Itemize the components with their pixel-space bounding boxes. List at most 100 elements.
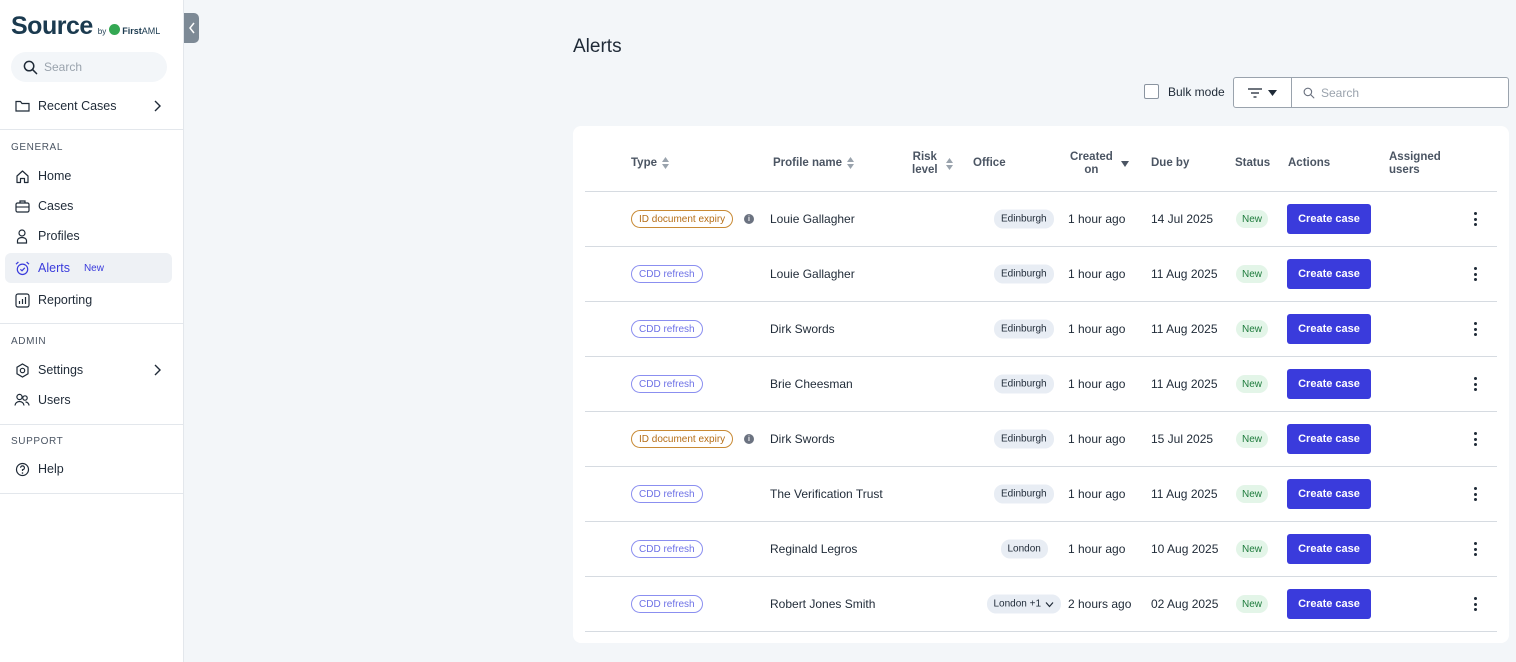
create-case-button[interactable]: Create case bbox=[1287, 369, 1371, 399]
more-options-icon[interactable] bbox=[1470, 374, 1480, 394]
column-header-label: Status bbox=[1235, 157, 1271, 169]
column-header-label: Profile name bbox=[773, 157, 843, 169]
sidebar-search-input[interactable] bbox=[44, 60, 154, 74]
table-row[interactable]: CDD refresh Robert Jones Smith London +1 2 … bbox=[585, 577, 1497, 632]
profile-name[interactable]: Brie Cheesman bbox=[770, 377, 853, 391]
sidebar-item-label: Home bbox=[38, 169, 72, 183]
section-title-general: GENERAL bbox=[11, 142, 63, 153]
person-icon bbox=[14, 228, 30, 244]
column-header-label: Risk level bbox=[912, 151, 938, 177]
column-header-label-line: on bbox=[1084, 164, 1099, 176]
more-options-icon[interactable] bbox=[1470, 484, 1480, 504]
office-badge: Edinburgh bbox=[994, 429, 1054, 449]
table-row[interactable]: CDD refresh Reginald Legros London 1 hour a… bbox=[585, 522, 1497, 577]
office-label: Edinburgh bbox=[1001, 488, 1047, 500]
column-header-label: Created on bbox=[1070, 151, 1113, 177]
logo-partner: FirstAML bbox=[122, 26, 160, 36]
info-icon[interactable]: i bbox=[744, 214, 754, 224]
sidebar-item-home[interactable]: Home bbox=[5, 161, 172, 191]
caret-down-icon bbox=[1268, 89, 1277, 96]
status-badge: New bbox=[1236, 595, 1269, 613]
sidebar-item-alerts[interactable]: Alerts New bbox=[5, 253, 172, 283]
sidebar-item-reporting[interactable]: Reporting bbox=[5, 285, 172, 315]
sidebar-item-label: Alerts bbox=[38, 261, 70, 275]
table-row[interactable]: CDD refresh Brie Cheesman Edinburgh 1 hour … bbox=[585, 357, 1497, 412]
profile-name[interactable]: Dirk Swords bbox=[770, 322, 835, 336]
office-badge: London bbox=[1000, 539, 1048, 559]
profile-name[interactable]: The Verification Trust bbox=[770, 487, 883, 501]
column-header-label-line: Assigned bbox=[1389, 151, 1441, 163]
bulk-mode-label: Bulk mode bbox=[1168, 84, 1225, 99]
office-label: London bbox=[1007, 543, 1041, 555]
new-badge: New bbox=[83, 262, 104, 274]
column-header-label: Due by bbox=[1151, 157, 1190, 169]
sidebar-item-help[interactable]: Help bbox=[5, 454, 172, 484]
column-header-office: Office bbox=[973, 157, 1006, 169]
create-case-button[interactable]: Create case bbox=[1287, 204, 1371, 234]
office-badge[interactable]: London +1 bbox=[986, 594, 1062, 614]
office-label: Edinburgh bbox=[1001, 213, 1047, 225]
profile-name[interactable]: Louie Gallagher bbox=[770, 212, 855, 226]
column-header-profile-name[interactable]: Profile name bbox=[773, 157, 855, 169]
info-icon[interactable]: i bbox=[744, 434, 754, 444]
office-label: Edinburgh bbox=[1001, 378, 1047, 390]
search-icon bbox=[1303, 87, 1315, 98]
table-row[interactable]: CDD refresh Louie Gallagher Edinburgh 1 hou… bbox=[585, 247, 1497, 302]
folder-icon bbox=[14, 98, 30, 114]
more-options-icon[interactable] bbox=[1470, 429, 1480, 449]
sidebar-item-profiles[interactable]: Profiles bbox=[5, 221, 172, 251]
sidebar-search[interactable] bbox=[11, 52, 167, 82]
create-case-button[interactable]: Create case bbox=[1287, 314, 1371, 344]
sidebar-divider bbox=[0, 424, 184, 425]
create-case-button[interactable]: Create case bbox=[1287, 259, 1371, 289]
alert-type-badge: CDD refresh bbox=[631, 540, 703, 558]
more-options-icon[interactable] bbox=[1470, 319, 1480, 339]
column-header-risk-level[interactable]: Risk level bbox=[912, 151, 953, 177]
logo-partner-light: AML bbox=[141, 26, 161, 36]
help-icon bbox=[14, 461, 30, 477]
sidebar-item-label: Cases bbox=[38, 199, 74, 213]
create-case-button[interactable]: Create case bbox=[1287, 479, 1371, 509]
chart-icon bbox=[14, 292, 30, 308]
status-badge: New bbox=[1236, 210, 1269, 228]
created-on: 2 hours ago bbox=[1068, 597, 1132, 611]
office-label: London +1 bbox=[993, 598, 1042, 610]
filter-button[interactable] bbox=[1233, 77, 1292, 108]
profile-name[interactable]: Reginald Legros bbox=[770, 542, 857, 556]
table-row[interactable]: ID document expiry i Louie Gallagher Edinbu… bbox=[585, 192, 1497, 247]
profile-name[interactable]: Dirk Swords bbox=[770, 432, 835, 446]
alerts-search[interactable] bbox=[1291, 77, 1509, 108]
more-options-icon[interactable] bbox=[1470, 539, 1480, 559]
bulk-mode-checkbox[interactable] bbox=[1144, 84, 1159, 99]
profile-name[interactable]: Louie Gallagher bbox=[770, 267, 855, 281]
source-logo[interactable]: Source by FirstAML bbox=[11, 12, 160, 41]
due-by: 11 Aug 2025 bbox=[1151, 267, 1218, 281]
bulk-mode-toggle[interactable]: Bulk mode bbox=[1144, 84, 1225, 99]
column-header-type[interactable]: Type bbox=[631, 157, 669, 169]
create-case-button[interactable]: Create case bbox=[1287, 424, 1371, 454]
column-header-assigned-users: Assigned users bbox=[1389, 151, 1441, 177]
table-row[interactable]: ID document expiry i Dirk Swords Edinburgh 1… bbox=[585, 412, 1497, 467]
more-options-icon[interactable] bbox=[1470, 594, 1480, 614]
sidebar-item-label: Profiles bbox=[38, 229, 80, 243]
sidebar-item-cases[interactable]: Cases bbox=[5, 191, 172, 221]
due-by: 15 Jul 2025 bbox=[1151, 432, 1214, 446]
more-options-icon[interactable] bbox=[1470, 209, 1480, 229]
profile-name[interactable]: Robert Jones Smith bbox=[770, 597, 875, 611]
created-on: 1 hour ago bbox=[1068, 487, 1126, 501]
alert-type-badge: ID document expiry bbox=[631, 430, 734, 448]
status-badge: New bbox=[1236, 540, 1269, 558]
more-options-icon[interactable] bbox=[1470, 264, 1480, 284]
create-case-button[interactable]: Create case bbox=[1287, 589, 1371, 619]
sidebar-item-settings[interactable]: Settings bbox=[5, 355, 172, 385]
create-case-button[interactable]: Create case bbox=[1287, 534, 1371, 564]
created-on: 1 hour ago bbox=[1068, 542, 1126, 556]
sidebar-item-users[interactable]: Users bbox=[5, 385, 172, 415]
sidebar-item-label: Settings bbox=[38, 363, 84, 377]
alerts-search-input[interactable] bbox=[1321, 85, 1491, 100]
sidebar-item-recent-cases[interactable]: Recent Cases bbox=[5, 91, 172, 121]
collapse-sidebar-button[interactable] bbox=[184, 13, 199, 43]
table-row[interactable]: CDD refresh Dirk Swords Edinburgh 1 hour ag… bbox=[585, 302, 1497, 357]
column-header-created-on[interactable]: Created on bbox=[1070, 151, 1129, 177]
table-row[interactable]: CDD refresh The Verification Trust Edinbur… bbox=[585, 467, 1497, 522]
